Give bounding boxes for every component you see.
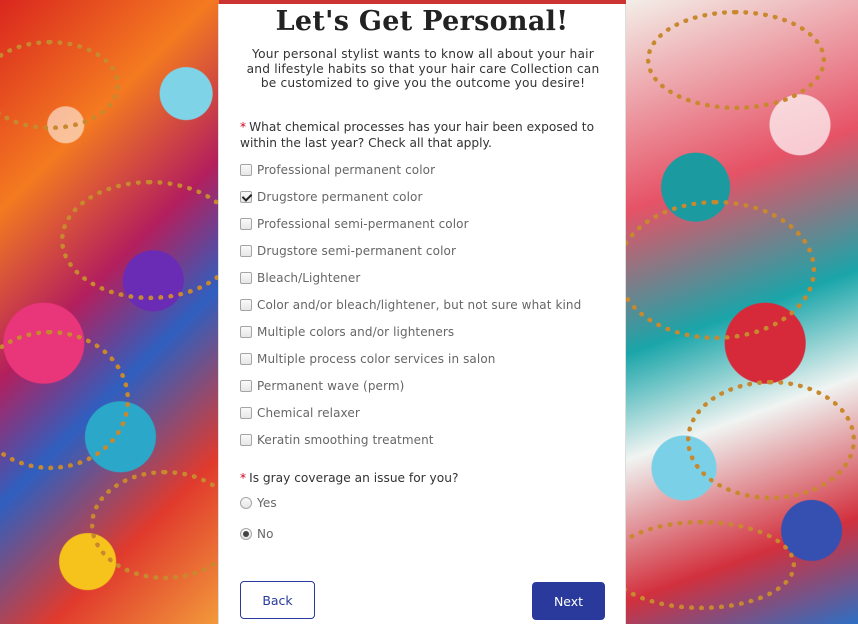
checkbox-checked[interactable] [240, 191, 252, 203]
page-subtitle: Your personal stylist wants to know all … [246, 47, 600, 90]
checkbox-label: Professional semi-permanent color [257, 217, 469, 231]
checkbox-option[interactable]: Keratin smoothing treatment [240, 432, 434, 448]
chain-decoration [60, 180, 219, 300]
checkbox-option[interactable]: Drugstore permanent color [240, 189, 423, 205]
background-pattern-right [626, 0, 858, 624]
checkbox-label: Chemical relaxer [257, 406, 360, 420]
page-title: Let's Get Personal! [275, 6, 569, 37]
checkbox-option[interactable]: Multiple process color services in salon [240, 351, 495, 367]
question-text: Is gray coverage an issue for you? [249, 471, 459, 485]
checkbox[interactable] [240, 299, 252, 311]
required-marker: * [240, 120, 247, 134]
checkbox-option[interactable]: Color and/or bleach/lightener, but not s… [240, 297, 581, 313]
checkbox-label: Bleach/Lightener [257, 271, 361, 285]
checkbox-label: Drugstore semi-permanent color [257, 244, 456, 258]
checkbox-option[interactable]: Bleach/Lightener [240, 270, 360, 286]
checkbox-label: Drugstore permanent color [257, 190, 423, 204]
checkbox[interactable] [240, 353, 252, 365]
checkbox[interactable] [240, 245, 252, 257]
question-chemical-processes: * What chemical processes has your hair b… [240, 119, 600, 151]
radio-label: Yes [257, 496, 277, 510]
form-card: Let's Get Personal! Your personal stylis… [218, 4, 626, 624]
checkbox[interactable] [240, 434, 252, 446]
chain-decoration [626, 520, 796, 610]
checkbox-label: Color and/or bleach/lightener, but not s… [257, 298, 582, 312]
required-marker: * [240, 471, 247, 485]
checkbox-option[interactable]: Chemical relaxer [240, 405, 360, 421]
checkbox-option[interactable]: Permanent wave (perm) [240, 378, 404, 394]
chain-decoration [646, 10, 826, 110]
checkbox-label: Keratin smoothing treatment [257, 433, 434, 447]
chain-decoration [686, 380, 856, 500]
checkbox[interactable] [240, 326, 252, 338]
checkbox-label: Multiple colors and/or lighteners [257, 325, 455, 339]
question-text: What chemical processes has your hair be… [240, 120, 595, 150]
checkbox-label: Professional permanent color [257, 163, 436, 177]
checkbox-option[interactable]: Multiple colors and/or lighteners [240, 324, 454, 340]
checkbox-option[interactable]: Professional semi-permanent color [240, 216, 469, 232]
checkbox-label: Permanent wave (perm) [257, 379, 405, 393]
checkbox[interactable] [240, 164, 252, 176]
chain-decoration [626, 200, 816, 340]
checkbox-option[interactable]: Drugstore semi-permanent color [240, 243, 456, 259]
chain-decoration [0, 40, 120, 130]
question-gray-coverage: * Is gray coverage an issue for you? [240, 470, 600, 486]
chain-decoration [90, 470, 219, 580]
radio-option[interactable]: Yes [240, 495, 277, 511]
next-button[interactable]: Next [532, 582, 605, 620]
checkbox[interactable] [240, 380, 252, 392]
radio-option[interactable]: No [240, 526, 274, 542]
checkbox[interactable] [240, 272, 252, 284]
chain-decoration [0, 330, 130, 470]
radio-selected[interactable] [240, 528, 252, 540]
checkbox[interactable] [240, 407, 252, 419]
checkbox[interactable] [240, 218, 252, 230]
checkbox-label: Multiple process color services in salon [257, 352, 496, 366]
radio[interactable] [240, 497, 252, 509]
background-pattern-left [0, 0, 219, 624]
back-button[interactable]: Back [240, 581, 315, 619]
checkbox-option[interactable]: Professional permanent color [240, 162, 435, 178]
radio-label: No [257, 527, 274, 541]
